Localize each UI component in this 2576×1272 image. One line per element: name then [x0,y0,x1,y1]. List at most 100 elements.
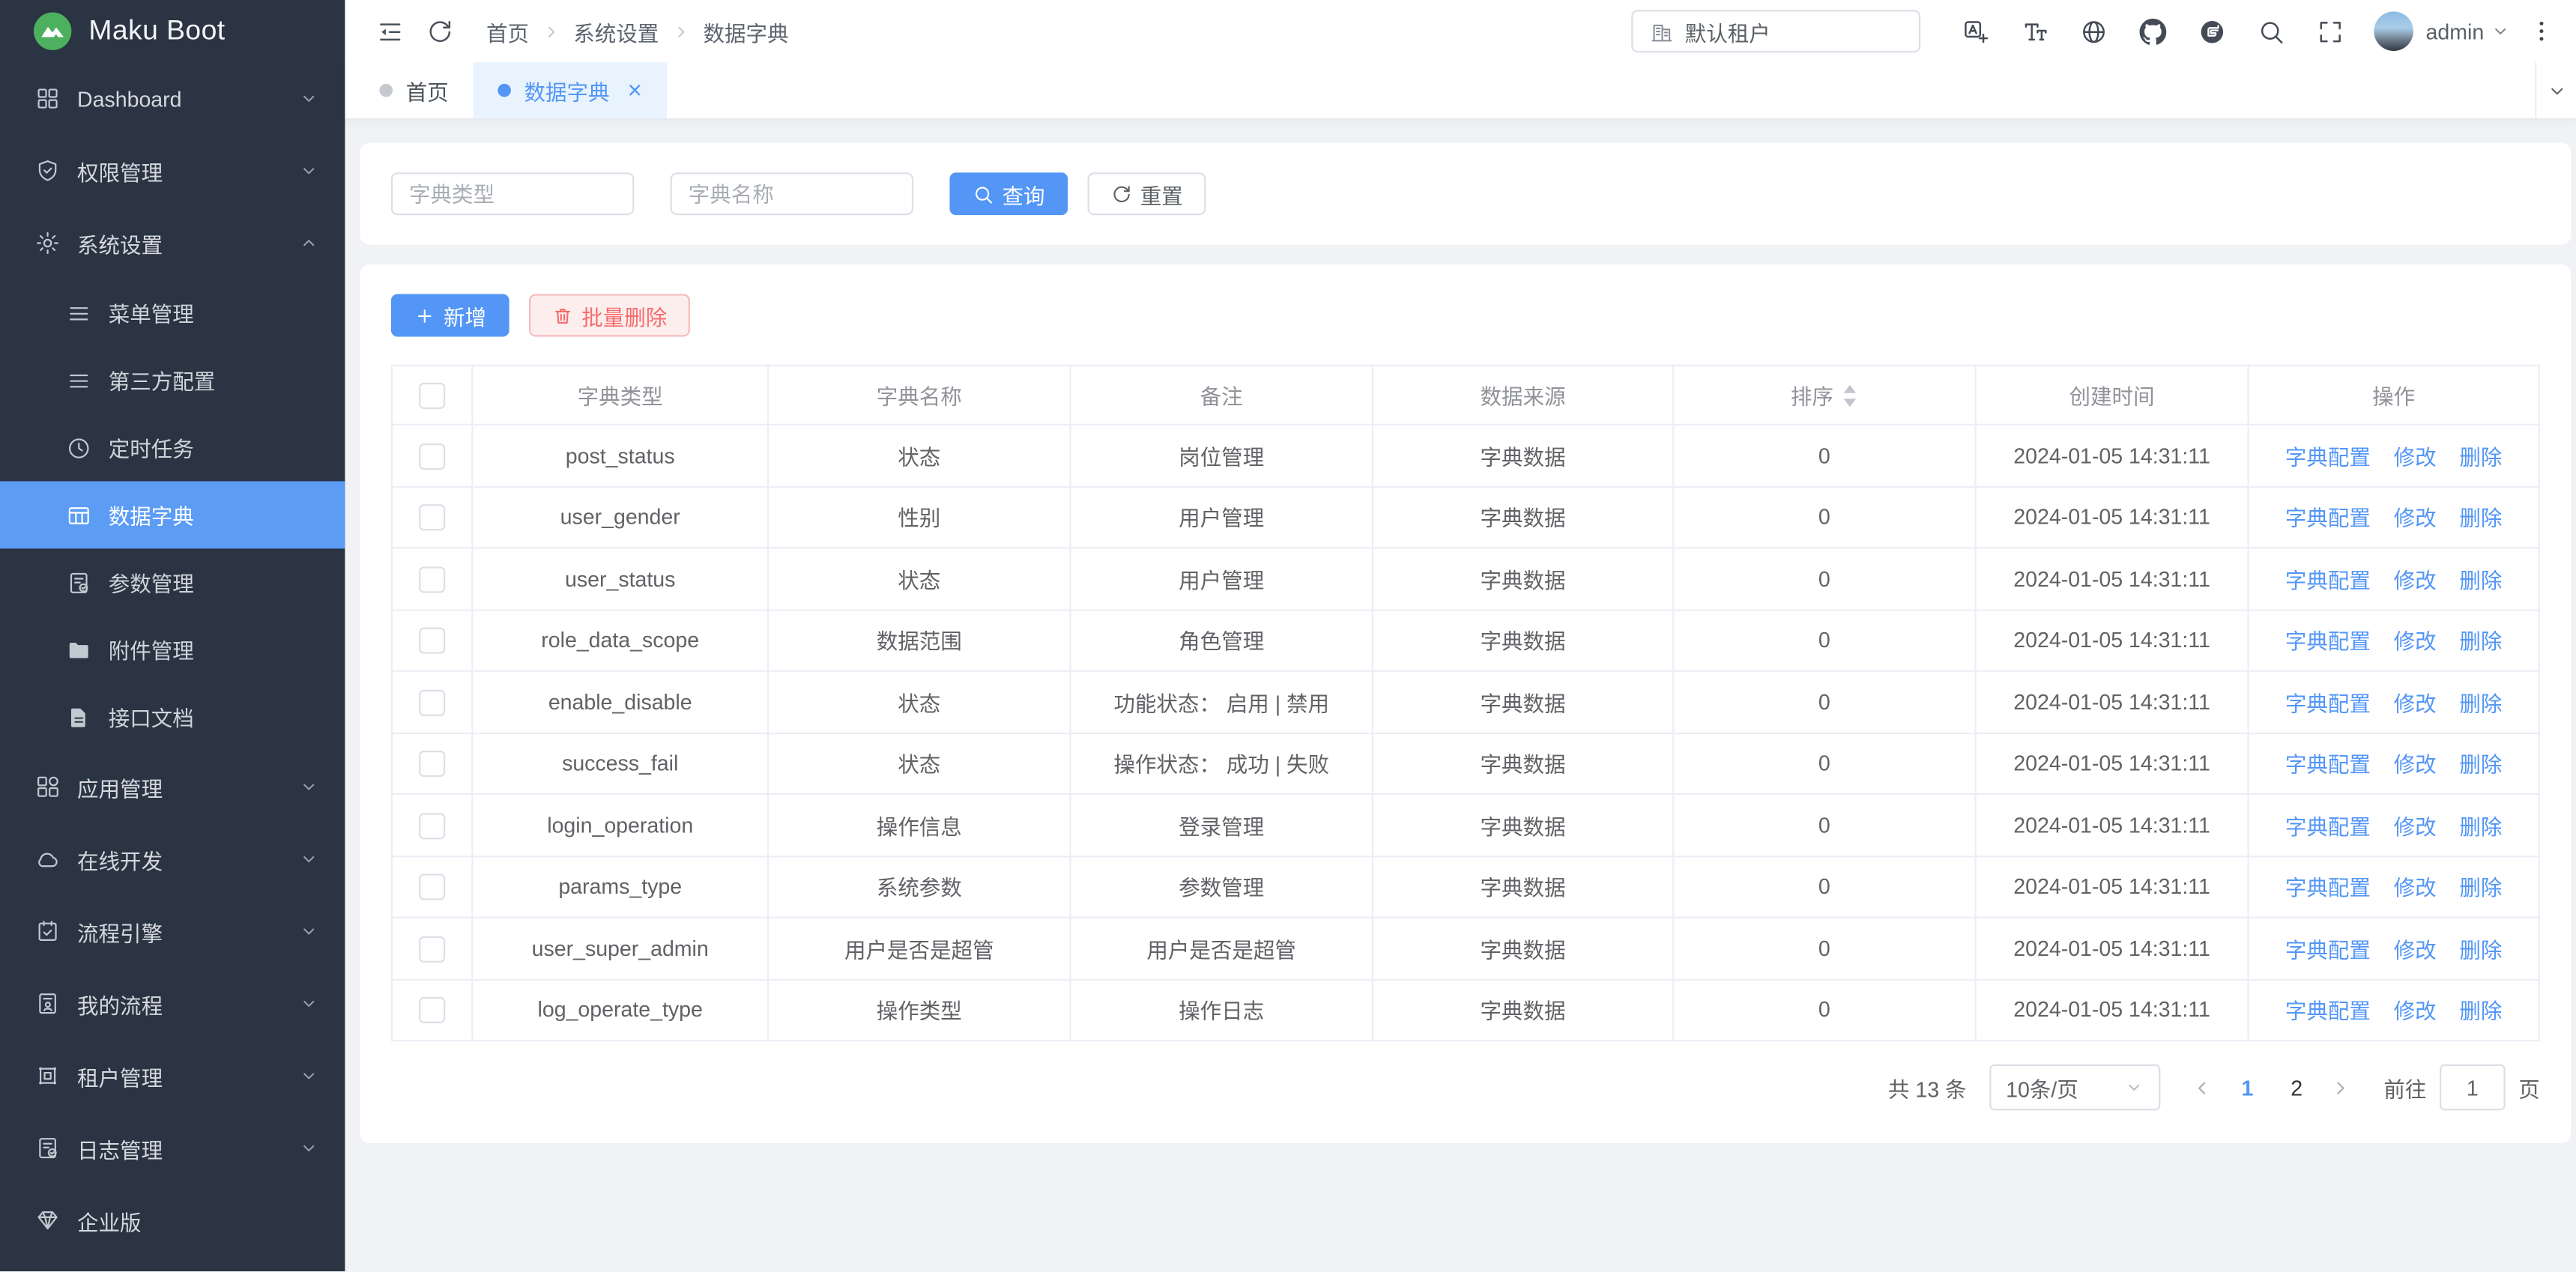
dict-config-link[interactable]: 字典配置 [2285,691,2371,716]
sidebar-item-apps[interactable]: 应用管理 [0,751,345,823]
add-button[interactable]: 新增 [391,294,510,336]
sidebar-item-logs[interactable]: 日志管理 [0,1112,345,1184]
delete-link[interactable]: 删除 [2459,568,2502,593]
page-size-value: 10条/页 [2006,1072,2078,1103]
sidebar-item-attachments[interactable]: 附件管理 [0,616,345,683]
table-row: params_type系统参数参数管理字典数据02024-01-05 14:31… [392,855,2539,917]
language-globe-button[interactable] [2064,0,2123,62]
sidebar-item-dashboard[interactable]: Dashboard [0,62,345,134]
dict-config-link[interactable]: 字典配置 [2285,445,2371,470]
sidebar-item-api-docs[interactable]: 接口文档 [0,683,345,751]
sidebar-item-data-dict[interactable]: 数据字典 [0,481,345,548]
dict-type-input[interactable] [391,172,635,215]
goto-page-input[interactable] [2440,1064,2506,1110]
dict-config-link[interactable]: 字典配置 [2285,629,2371,654]
cell-created: 2024-01-05 14:31:11 [2013,874,2210,899]
sidebar-item-third-party[interactable]: 第三方配置 [0,347,345,414]
search-button[interactable] [2242,0,2301,62]
sidebar-item-online-dev[interactable]: 在线开发 [0,823,345,894]
dict-config-link[interactable]: 字典配置 [2285,753,2371,778]
sidebar-item-tenants[interactable]: 租户管理 [0,1040,345,1112]
batch-delete-button[interactable]: 批量删除 [529,294,690,336]
refresh-page-button[interactable] [414,0,464,62]
select-all-checkbox[interactable] [419,382,445,408]
edit-link[interactable]: 修改 [2394,568,2437,593]
font-size-button[interactable] [2005,0,2064,62]
row-checkbox[interactable] [419,997,445,1023]
page-size-select[interactable]: 10条/页 [1989,1064,2160,1110]
row-checkbox[interactable] [419,443,445,469]
breadcrumb-item[interactable]: 首页 [486,16,529,47]
edit-link[interactable]: 修改 [2394,753,2437,778]
row-checkbox[interactable] [419,874,445,900]
tab-status-dot [498,84,511,97]
sidebar-item-menu-mgmt[interactable]: 菜单管理 [0,279,345,347]
translate-button[interactable] [1946,0,2005,62]
page-number-1[interactable]: 1 [2226,1064,2269,1110]
delete-link[interactable]: 删除 [2459,629,2502,654]
delete-link[interactable]: 删除 [2459,999,2502,1024]
page-number-2[interactable]: 2 [2276,1064,2318,1110]
more-menu-button[interactable] [2520,0,2563,62]
cell-name: 状态 [898,445,940,470]
row-checkbox[interactable] [419,751,445,777]
tab-list-dropdown-button[interactable] [2535,62,2576,118]
gitee-button[interactable] [2183,0,2242,62]
edit-link[interactable]: 修改 [2394,629,2437,654]
collapse-sidebar-button[interactable] [365,0,414,62]
avatar[interactable] [2373,11,2413,51]
prev-page-button[interactable] [2183,1064,2223,1110]
dict-config-link[interactable]: 字典配置 [2285,568,2371,593]
fullscreen-button[interactable] [2301,0,2360,62]
row-checkbox[interactable] [419,628,445,654]
breadcrumb-item[interactable]: 系统设置 [573,16,659,47]
row-checkbox[interactable] [419,812,445,838]
sidebar-item-params[interactable]: 参数管理 [0,548,345,616]
edit-link[interactable]: 修改 [2394,814,2437,839]
edit-link[interactable]: 修改 [2394,876,2437,900]
next-page-button[interactable] [2321,1064,2361,1110]
tenant-select[interactable]: 默认租户 [1630,10,1920,52]
edit-link[interactable]: 修改 [2394,691,2437,716]
delete-link[interactable]: 删除 [2459,814,2502,839]
edit-link[interactable]: 修改 [2394,445,2437,470]
close-icon[interactable]: × [628,78,642,103]
dict-config-link[interactable]: 字典配置 [2285,999,2371,1024]
cell-source: 字典数据 [1481,568,1566,593]
search-button-query[interactable]: 查询 [949,172,1068,215]
delete-link[interactable]: 删除 [2459,445,2502,470]
delete-link[interactable]: 删除 [2459,691,2502,716]
cell-created: 2024-01-05 14:31:11 [2013,443,2210,467]
row-checkbox[interactable] [419,936,445,962]
sidebar-item-enterprise[interactable]: 企业版 [0,1184,345,1256]
sort-carets[interactable] [1842,384,1858,407]
row-checkbox[interactable] [419,566,445,592]
sidebar-item-scheduled-tasks[interactable]: 定时任务 [0,414,345,482]
tab-home[interactable]: 首页 [355,62,474,118]
delete-link[interactable]: 删除 [2459,753,2502,778]
delete-link[interactable]: 删除 [2459,876,2502,900]
dict-name-input[interactable] [671,172,914,215]
dict-config-link[interactable]: 字典配置 [2285,814,2371,839]
delete-link[interactable]: 删除 [2459,506,2502,531]
sidebar-item-workflow[interactable]: 流程引擎 [0,895,345,967]
edit-link[interactable]: 修改 [2394,506,2437,531]
edit-link[interactable]: 修改 [2394,937,2437,962]
dict-config-link[interactable]: 字典配置 [2285,506,2371,531]
github-button[interactable] [2123,0,2183,62]
user-name[interactable]: admin [2426,19,2485,43]
sidebar-item-permission[interactable]: 权限管理 [0,135,345,207]
sidebar-item-system[interactable]: 系统设置 [0,207,345,279]
breadcrumb-item[interactable]: 数据字典 [704,16,789,47]
app-logo[interactable]: Maku Boot [0,0,345,62]
dict-config-link[interactable]: 字典配置 [2285,876,2371,900]
sidebar-item-my-flows[interactable]: 我的流程 [0,967,345,1039]
tab-data-dict[interactable]: 数据字典× [474,62,667,118]
row-checkbox[interactable] [419,689,445,715]
dict-config-link[interactable]: 字典配置 [2285,937,2371,962]
row-checkbox[interactable] [419,504,445,530]
delete-link[interactable]: 删除 [2459,937,2502,962]
chevron-down-icon[interactable] [2491,22,2510,41]
reset-button[interactable]: 重置 [1088,172,1206,215]
edit-link[interactable]: 修改 [2394,999,2437,1024]
